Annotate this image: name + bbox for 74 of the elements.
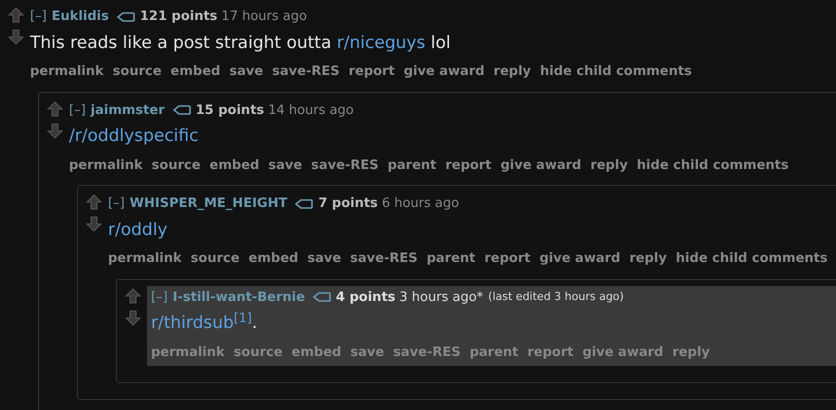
timestamp-text: 17 hours ago <box>221 8 307 26</box>
action-link[interactable]: save-RES <box>311 156 379 175</box>
action-link[interactable]: reply <box>494 62 532 82</box>
action-link[interactable]: give award <box>539 249 620 268</box>
points-text: 15 points <box>196 102 264 120</box>
timestamp-text: 14 hours ago <box>268 102 354 120</box>
action-link[interactable]: reply <box>629 249 667 268</box>
action-link[interactable]: source <box>152 156 201 175</box>
action-link[interactable]: report <box>527 342 574 362</box>
collapse-link[interactable]: [–] <box>151 288 168 307</box>
action-link[interactable]: source <box>112 62 162 82</box>
points-text: 7 points <box>318 195 378 213</box>
action-link[interactable]: reply <box>672 342 710 362</box>
action-link[interactable]: report <box>348 62 395 82</box>
comment-text: This reads like a post straight outta <box>30 32 332 52</box>
subreddit-link[interactable]: /r/oddlyspecific <box>69 126 198 146</box>
upvote-arrow-icon[interactable] <box>8 7 24 23</box>
author-link[interactable]: Euklidis <box>52 7 109 26</box>
action-link[interactable]: permalink <box>151 342 225 362</box>
action-link[interactable]: permalink <box>108 249 182 268</box>
action-link[interactable]: save <box>307 249 342 268</box>
comment-text: . <box>252 313 258 333</box>
tag-icon[interactable] <box>116 12 135 22</box>
points-text: 4 points <box>336 288 396 306</box>
subreddit-link[interactable]: r/oddly <box>108 220 168 240</box>
downvote-arrow-icon[interactable] <box>86 216 102 232</box>
action-link[interactable]: save-RES <box>393 342 461 362</box>
author-link[interactable]: WHISPER_ME_HEIGHT <box>130 194 288 214</box>
action-link[interactable]: embed <box>248 249 298 268</box>
action-link[interactable]: reply <box>590 156 628 175</box>
action-link[interactable]: embed <box>210 156 260 175</box>
action-link[interactable]: save-RES <box>350 249 418 268</box>
action-link[interactable]: hide child comments <box>636 156 789 175</box>
action-link[interactable]: source <box>234 342 283 362</box>
timestamp-text: 6 hours ago <box>382 195 460 213</box>
collapse-link[interactable]: [–] <box>69 100 86 120</box>
comment-text: lol <box>430 32 451 52</box>
subreddit-link[interactable]: r/niceguys <box>336 32 426 52</box>
action-link[interactable]: report <box>445 156 492 175</box>
action-link[interactable]: parent <box>470 342 518 362</box>
downvote-arrow-icon[interactable] <box>125 310 141 326</box>
action-link[interactable]: hide child comments <box>676 249 828 268</box>
downvote-arrow-icon[interactable] <box>47 122 63 138</box>
action-link[interactable]: embed <box>292 342 342 362</box>
edited-note-text: (last edited 3 hours ago) <box>488 289 624 305</box>
action-link[interactable]: give award <box>582 342 664 362</box>
action-link[interactable]: parent <box>426 249 476 268</box>
action-link[interactable]: permalink <box>69 156 143 175</box>
action-link[interactable]: embed <box>170 62 220 82</box>
tag-icon[interactable] <box>312 292 331 302</box>
tag-icon[interactable] <box>172 105 191 116</box>
upvote-arrow-icon[interactable] <box>86 194 102 210</box>
subreddit-link[interactable]: r/thirdsub$^{[1]}$ <box>151 313 252 333</box>
points-text: 121 points <box>140 8 218 26</box>
timestamp-text: 3 hours ago* <box>399 288 484 306</box>
collapse-link[interactable]: [–] <box>108 194 125 214</box>
upvote-arrow-icon[interactable] <box>125 288 141 304</box>
action-link[interactable]: report <box>484 249 530 268</box>
action-link[interactable]: give award <box>404 62 485 82</box>
action-link[interactable]: save <box>268 156 302 175</box>
upvote-arrow-icon[interactable] <box>47 100 63 116</box>
action-link[interactable]: source <box>190 249 240 268</box>
downvote-arrow-icon[interactable] <box>8 29 24 45</box>
action-link[interactable]: save <box>229 62 264 82</box>
author-link[interactable]: jaimmster <box>90 100 165 120</box>
action-link[interactable]: permalink <box>30 62 104 82</box>
tag-icon[interactable] <box>295 198 314 209</box>
action-link[interactable]: hide child comments <box>540 62 692 82</box>
action-link[interactable]: give award <box>500 156 582 175</box>
collapse-link[interactable]: [–] <box>30 7 47 26</box>
action-link[interactable]: save <box>350 342 384 362</box>
action-link[interactable]: parent <box>388 156 436 175</box>
author-link[interactable]: I-still-want-Bernie <box>172 288 305 307</box>
action-link[interactable]: save-RES <box>272 62 340 82</box>
